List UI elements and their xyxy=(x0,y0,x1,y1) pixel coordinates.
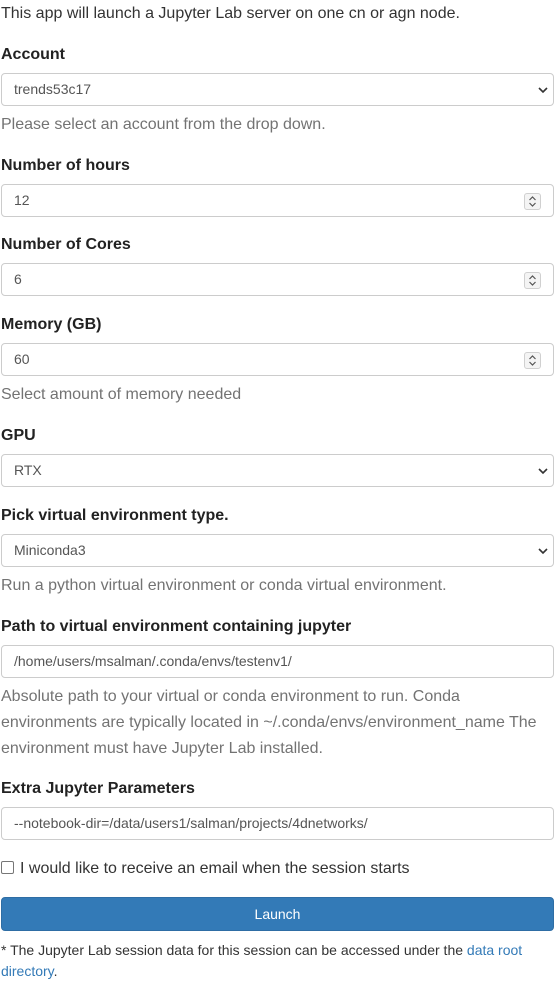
memory-input[interactable]: 60 xyxy=(1,343,554,376)
gpu-select-value: RTX xyxy=(14,462,42,478)
venv-path-input[interactable]: /home/users/msalman/.conda/envs/testenv1… xyxy=(1,645,554,678)
chevron-down-icon xyxy=(538,87,548,94)
venv-type-select[interactable]: Miniconda3 xyxy=(1,534,554,567)
venv-type-help: Run a python virtual environment or cond… xyxy=(1,577,447,594)
cores-input-value: 6 xyxy=(14,271,22,287)
email-checkbox-label[interactable]: I would like to receive an email when th… xyxy=(20,858,410,880)
hours-input-value: 12 xyxy=(14,192,30,208)
account-select[interactable]: trends53c17 xyxy=(1,73,554,106)
venv-path-label: Path to virtual environment containing j… xyxy=(1,618,352,635)
hours-label: Number of hours xyxy=(1,157,130,174)
memory-label: Memory (GB) xyxy=(1,316,102,333)
chevron-down-icon xyxy=(538,548,548,555)
account-help: Please select an account from the drop d… xyxy=(1,116,326,133)
intro-text: This app will launch a Jupyter Lab serve… xyxy=(1,5,460,22)
launch-button[interactable]: Launch xyxy=(1,897,554,931)
hours-input[interactable]: 12 xyxy=(1,184,554,217)
extra-params-input-value: --notebook-dir=/data/users1/salman/proje… xyxy=(14,815,368,831)
cores-spinner-icon[interactable] xyxy=(524,272,541,289)
account-select-value: trends53c17 xyxy=(14,81,92,97)
memory-help: Select amount of memory needed xyxy=(1,386,242,403)
venv-path-help: Absolute path to your virtual or conda e… xyxy=(1,688,537,757)
footnote-text: * The Jupyter Lab session data for this … xyxy=(1,942,467,958)
venv-path-input-value: /home/users/msalman/.conda/envs/testenv1… xyxy=(14,653,292,669)
venv-type-select-value: Miniconda3 xyxy=(14,542,86,558)
cores-input[interactable]: 6 xyxy=(1,263,554,296)
email-checkbox[interactable] xyxy=(1,860,14,874)
gpu-select[interactable]: RTX xyxy=(1,454,554,487)
gpu-label: GPU xyxy=(1,427,36,444)
venv-type-label: Pick virtual environment type. xyxy=(1,507,229,524)
footnote: * The Jupyter Lab session data for this … xyxy=(1,940,549,982)
extra-params-label: Extra Jupyter Parameters xyxy=(1,780,195,797)
chevron-down-icon xyxy=(538,468,548,475)
memory-spinner-icon[interactable] xyxy=(524,352,541,369)
email-checkbox-row[interactable]: I would like to receive an email when th… xyxy=(1,858,410,880)
account-label: Account xyxy=(1,46,65,63)
footnote-suffix: . xyxy=(53,963,58,979)
cores-label: Number of Cores xyxy=(1,236,131,253)
hours-spinner-icon[interactable] xyxy=(524,193,541,210)
extra-params-input[interactable]: --notebook-dir=/data/users1/salman/proje… xyxy=(1,807,554,840)
memory-input-value: 60 xyxy=(14,351,30,367)
